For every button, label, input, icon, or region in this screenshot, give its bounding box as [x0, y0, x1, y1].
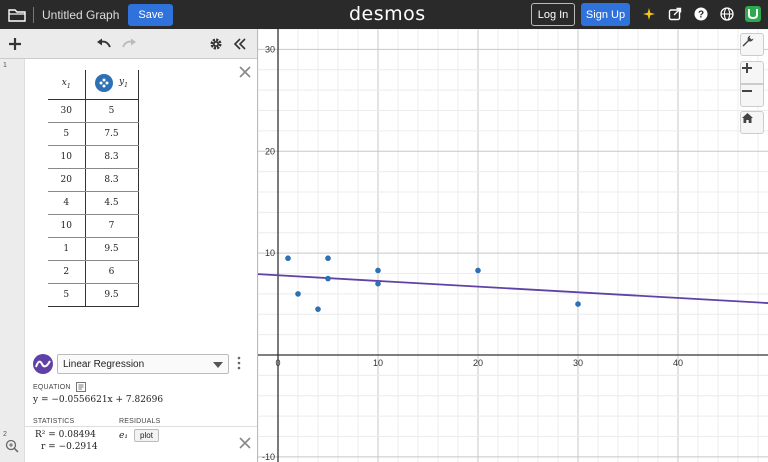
data-table[interactable]: x1 y1 30 5 5 7.5 10 8.3 20 8.3 4 4.5 10 7 1 9.5 2 6 5 9.5	[48, 70, 139, 307]
graph-title[interactable]: Untitled Graph	[42, 8, 119, 22]
table-row[interactable]: 5 7.5	[48, 122, 139, 146]
statistics-label: STATISTICS	[33, 418, 75, 425]
top-bar: Untitled Graph Save desmos Log In Sign U…	[0, 0, 768, 29]
regression-type-select[interactable]: Linear Regression	[57, 354, 229, 374]
graph-settings-wrench-icon[interactable]	[740, 33, 764, 56]
table-cell-y[interactable]: 9.5	[85, 237, 139, 261]
x-tick-label: 0	[275, 358, 280, 368]
table-expression[interactable]: x1 y1 30 5 5 7.5 10 8.3 20 8.3 4 4.5 10 7 1 9.5 2 6 5 9.5	[25, 59, 257, 452]
desmos-logo: desmos	[349, 3, 426, 25]
table-cell-x[interactable]: 5	[48, 283, 86, 307]
table-header-y[interactable]: y1	[85, 70, 139, 100]
table-cell-x[interactable]: 10	[48, 214, 86, 238]
sparkle-icon[interactable]	[641, 6, 657, 22]
table-cell-x[interactable]: 4	[48, 191, 86, 215]
x-tick-label: 30	[573, 358, 583, 368]
expression-gutter: 1 2	[0, 59, 25, 462]
expression-toolbar	[0, 29, 257, 59]
table-row[interactable]: 5 9.5	[48, 283, 139, 307]
table-row[interactable]: 10 8.3	[48, 145, 139, 169]
svg-text:?: ?	[698, 10, 704, 21]
regression-type-label: Linear Regression	[63, 358, 145, 370]
default-viewport-home-icon[interactable]	[740, 111, 764, 134]
y-tick-label: 20	[265, 146, 275, 156]
data-point	[375, 267, 381, 274]
table-row[interactable]: 10 7	[48, 214, 139, 238]
data-point	[315, 306, 321, 312]
signup-button[interactable]: Sign Up	[581, 3, 630, 26]
expression-number: 2	[3, 431, 7, 438]
zoom-in-icon[interactable]	[740, 61, 764, 84]
delete-expression-icon[interactable]	[239, 66, 251, 78]
point-style-icon[interactable]	[95, 73, 114, 92]
table-cell-x[interactable]: 1	[48, 237, 86, 261]
expression-panel: 1 2 x1 y1 30 5 5 7.5 10 8.3 20 8.3 4 4.5…	[0, 29, 258, 462]
data-point	[325, 255, 331, 262]
regression-line	[258, 273, 768, 304]
folder-icon[interactable]	[8, 8, 26, 22]
table-cell-y[interactable]: 4.5	[85, 191, 139, 215]
expression-number: 1	[3, 62, 7, 69]
regression-row: Linear Regression	[33, 354, 255, 376]
graph-paper[interactable]: 0 10 20 30 40 -10 10 20 30	[258, 29, 768, 462]
table-cell-x[interactable]: 20	[48, 168, 86, 192]
data-point	[375, 280, 381, 287]
y-tick-label: 10	[265, 248, 275, 258]
login-button[interactable]: Log In	[531, 3, 575, 26]
copy-equation-icon[interactable]	[76, 382, 86, 392]
share-icon[interactable]	[667, 6, 683, 22]
x-tick-label: 20	[473, 358, 483, 368]
title-separator	[33, 6, 34, 23]
redo-icon[interactable]	[121, 36, 137, 52]
table-row[interactable]: 20 8.3	[48, 168, 139, 192]
table-cell-x[interactable]: 10	[48, 145, 86, 169]
y-tick-label: 30	[265, 44, 275, 54]
table-header-x[interactable]: x1	[48, 70, 86, 100]
zoom-out-icon[interactable]	[740, 84, 764, 107]
add-expression-icon[interactable]	[8, 36, 22, 52]
save-button[interactable]: Save	[128, 3, 174, 26]
help-icon[interactable]: ?	[693, 6, 709, 22]
table-cell-y[interactable]: 6	[85, 260, 139, 284]
regression-style-icon[interactable]	[33, 354, 53, 374]
table-row[interactable]: 26	[48, 260, 139, 284]
empty-expression[interactable]	[25, 427, 257, 462]
table-cell-x[interactable]: 5	[48, 122, 86, 146]
table-cell-y[interactable]: 7.5	[85, 122, 139, 146]
collapse-panel-icon[interactable]	[233, 36, 247, 52]
undo-icon[interactable]	[96, 36, 112, 52]
y-tick-label: -10	[262, 452, 275, 462]
table-cell-y[interactable]: 7	[85, 214, 139, 238]
x-tick-label: 40	[673, 358, 683, 368]
zoom-fit-icon[interactable]	[5, 439, 19, 453]
data-point	[295, 291, 301, 297]
table-cell-x[interactable]: 30	[48, 99, 86, 123]
data-point	[575, 301, 581, 307]
table-cell-x[interactable]: 2	[48, 260, 86, 284]
data-point	[325, 275, 331, 282]
settings-gear-icon[interactable]	[209, 36, 223, 52]
more-options-icon[interactable]	[237, 356, 241, 370]
table-cell-y[interactable]: 8.3	[85, 168, 139, 192]
table-cell-y[interactable]: 8.3	[85, 145, 139, 169]
table-cell-y[interactable]: 5	[85, 99, 139, 123]
regression-equation: y = −0.0556621x + 7.82696	[33, 395, 164, 405]
table-row[interactable]: 30 5	[48, 99, 139, 123]
data-point	[285, 255, 291, 262]
x-tick-label: 10	[373, 358, 383, 368]
table-cell-y[interactable]: 9.5	[85, 283, 139, 307]
delete-expression-icon[interactable]	[239, 437, 251, 449]
data-point	[475, 267, 481, 274]
table-row[interactable]: 1 9.5	[48, 237, 139, 261]
table-row[interactable]: 4 4.5	[48, 191, 139, 215]
user-avatar-icon[interactable]	[745, 6, 761, 22]
chevron-down-icon	[213, 362, 223, 368]
equation-label: EQUATION	[33, 384, 71, 391]
graph-canvas[interactable]: 0 10 20 30 40 -10 10 20 30	[258, 29, 768, 462]
globe-icon[interactable]	[719, 6, 735, 22]
residuals-label: RESIDUALS	[119, 418, 161, 425]
